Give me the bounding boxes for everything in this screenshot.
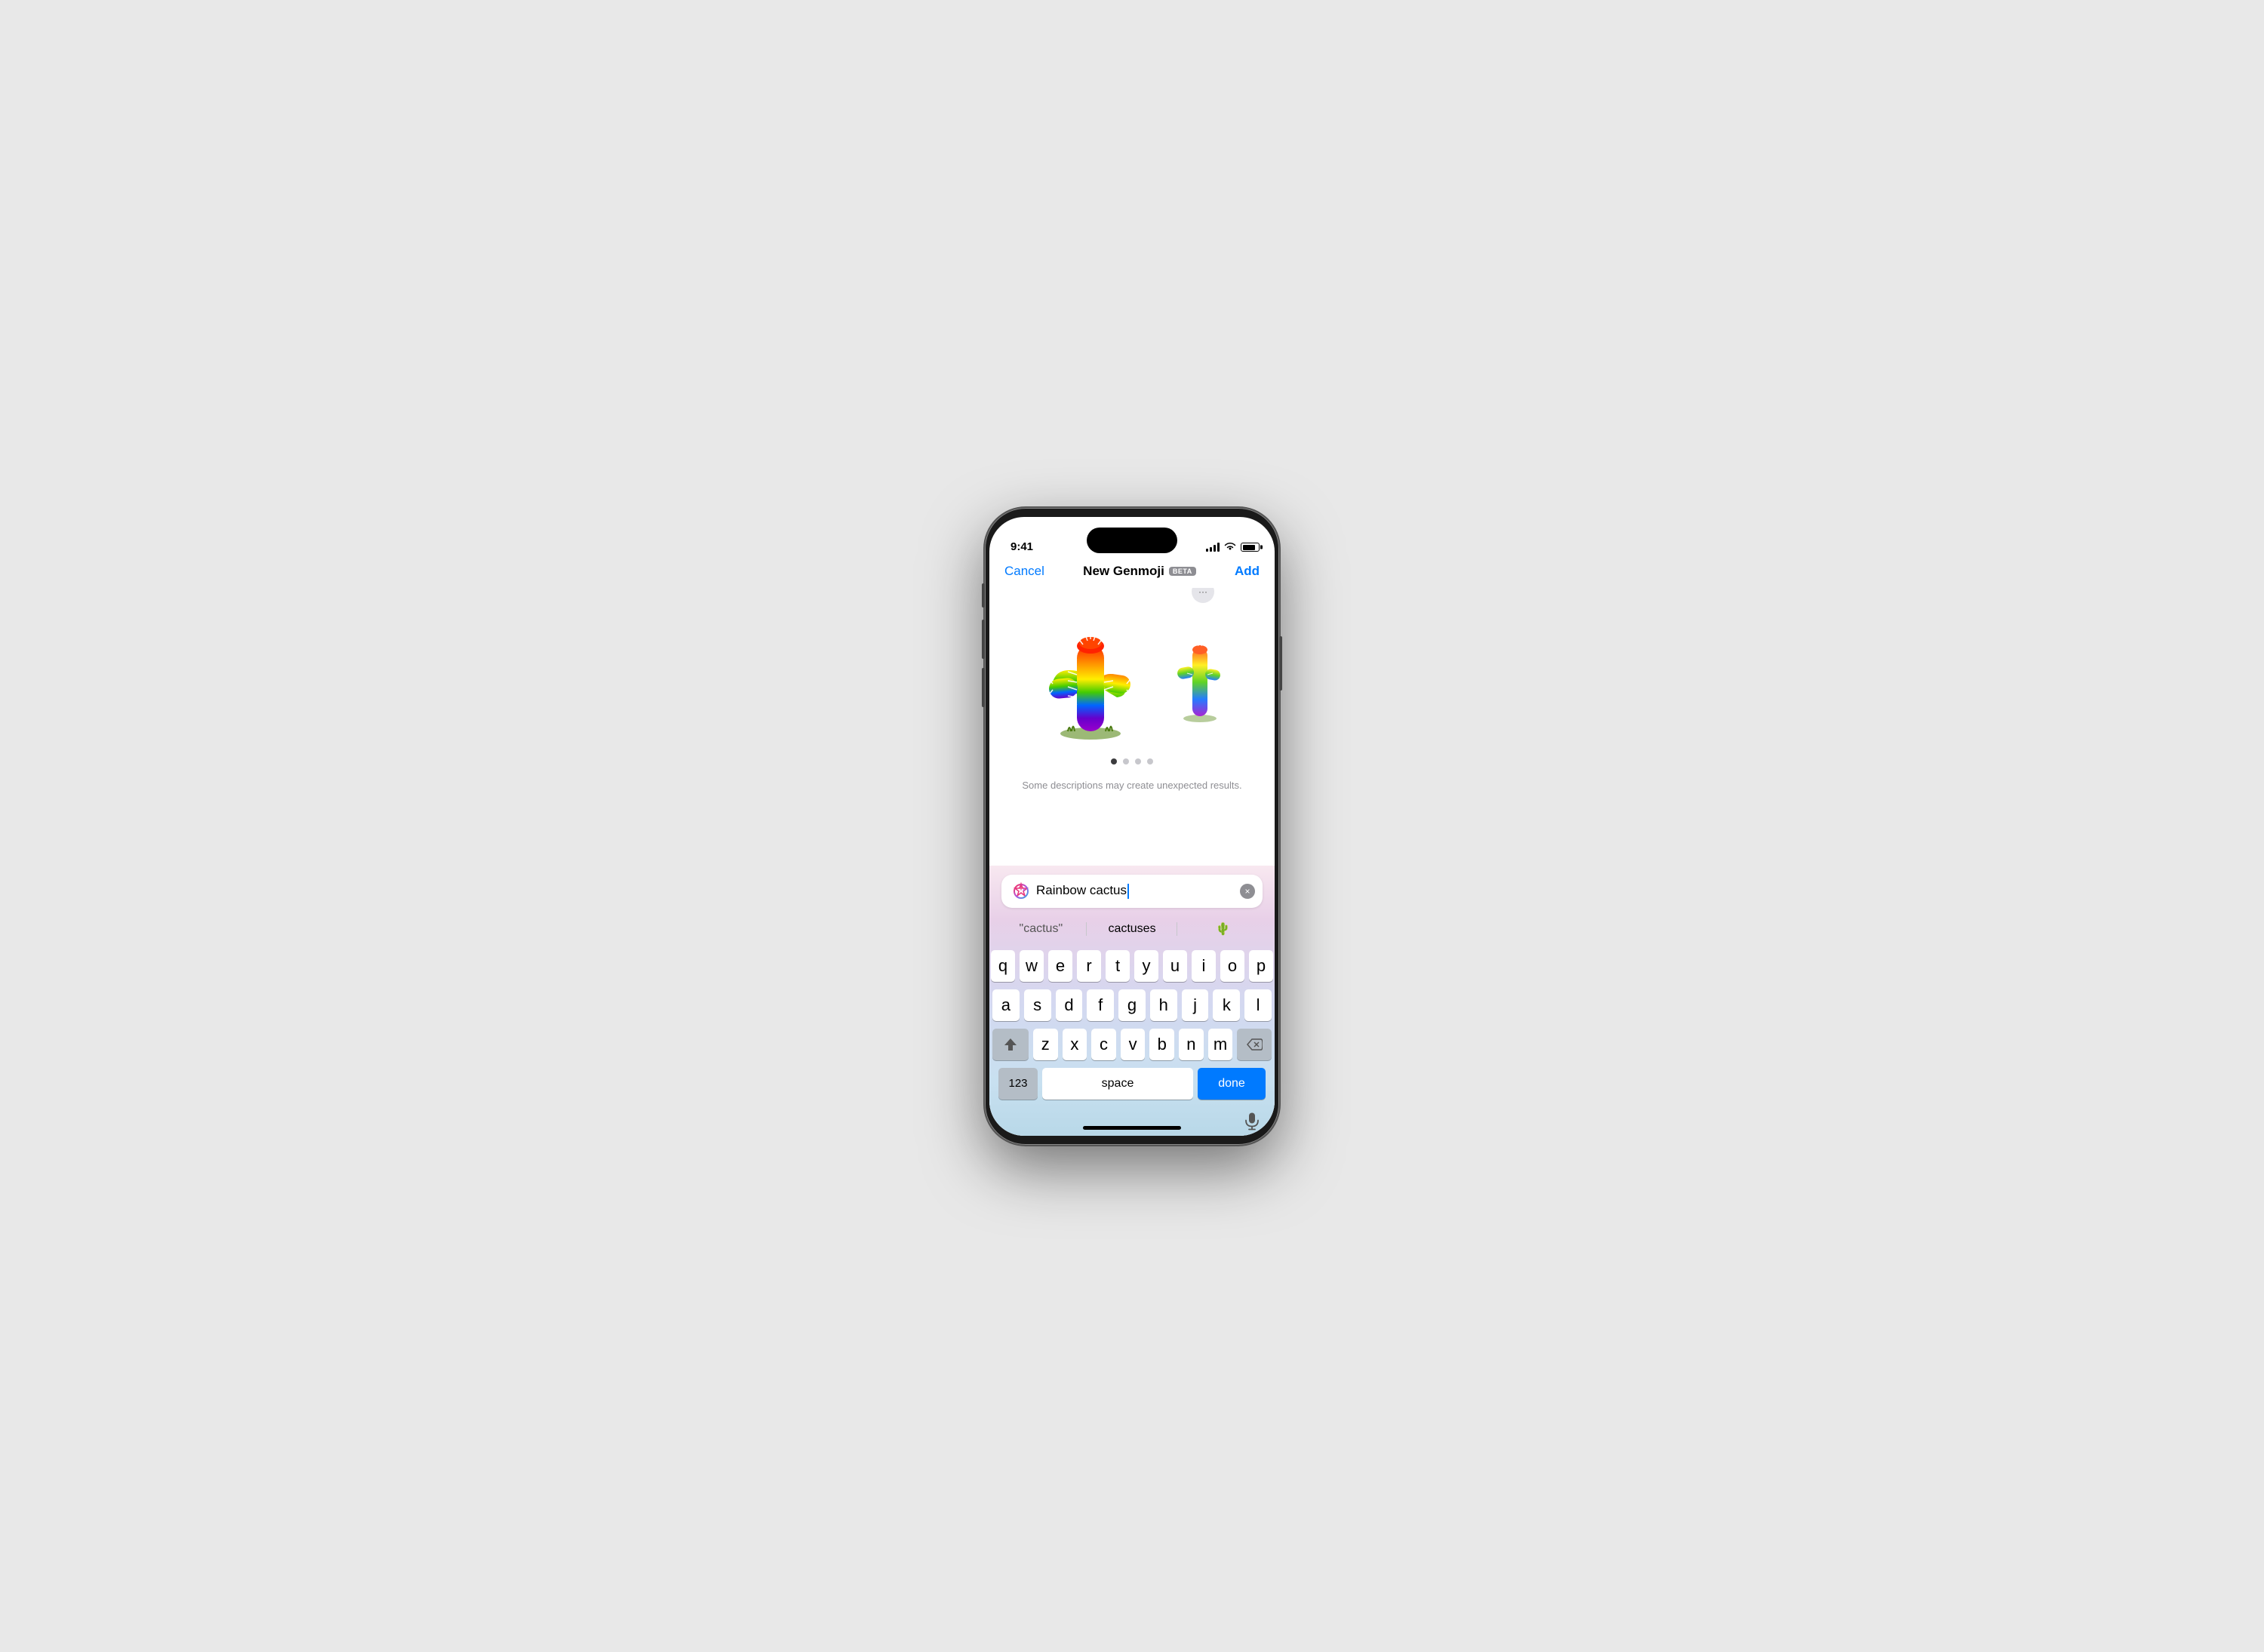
autocomplete-item-2[interactable]: cactuses <box>1087 918 1178 940</box>
add-button[interactable]: Add <box>1235 564 1260 579</box>
delete-icon <box>1246 1038 1263 1051</box>
key-v[interactable]: v <box>1121 1029 1146 1060</box>
page-dots <box>1111 758 1153 764</box>
keyboard-row-3: z x c v b n m <box>992 1029 1272 1060</box>
microphone-icon <box>1244 1112 1260 1130</box>
numbers-key[interactable]: 123 <box>998 1068 1038 1100</box>
key-o[interactable]: o <box>1220 950 1244 982</box>
page-dot-1[interactable] <box>1111 758 1117 764</box>
key-l[interactable]: l <box>1244 989 1272 1021</box>
genmoji-icon <box>1012 882 1030 900</box>
nav-title: New Genmoji BETA <box>1083 564 1196 579</box>
key-u[interactable]: u <box>1163 950 1187 982</box>
nav-bar: Cancel New Genmoji BETA Add <box>989 558 1275 588</box>
key-e[interactable]: e <box>1048 950 1072 982</box>
key-b[interactable]: b <box>1149 1029 1174 1060</box>
rainbow-cactus-secondary-svg <box>1166 618 1234 724</box>
key-p[interactable]: p <box>1249 950 1273 982</box>
status-time: 9:41 <box>1010 540 1033 553</box>
autocomplete-bar: "cactus" cactuses 🌵 <box>989 914 1275 944</box>
microphone-button[interactable] <box>1244 1112 1260 1134</box>
autocomplete-item-1[interactable]: "cactus" <box>995 918 1087 940</box>
key-a[interactable]: a <box>992 989 1020 1021</box>
page-dot-3[interactable] <box>1135 758 1141 764</box>
main-content: ··· <box>989 588 1275 1136</box>
page-dot-4[interactable] <box>1147 758 1153 764</box>
shift-icon <box>1003 1037 1018 1052</box>
shift-key[interactable] <box>992 1029 1029 1060</box>
key-h[interactable]: h <box>1150 989 1177 1021</box>
primary-emoji[interactable] <box>1030 599 1151 743</box>
signal-icon <box>1206 543 1220 552</box>
clear-button[interactable]: × <box>1240 884 1255 899</box>
keyboard-section: Rainbow cactus × "cactus" cactuses 🌵 <box>989 866 1275 1136</box>
volume-down-button[interactable] <box>982 668 985 707</box>
emoji-display: ··· <box>989 588 1275 866</box>
volume-up-button[interactable] <box>982 620 985 659</box>
key-k[interactable]: k <box>1213 989 1240 1021</box>
text-cursor <box>1127 884 1129 899</box>
space-key[interactable]: space <box>1042 1068 1193 1100</box>
wifi-icon <box>1224 542 1236 553</box>
keyboard-row-4: 123 space done <box>992 1068 1272 1100</box>
key-f[interactable]: f <box>1087 989 1114 1021</box>
delete-key[interactable] <box>1237 1029 1272 1060</box>
key-n[interactable]: n <box>1179 1029 1204 1060</box>
key-i[interactable]: i <box>1192 950 1216 982</box>
key-x[interactable]: x <box>1063 1029 1087 1060</box>
key-j[interactable]: j <box>1182 989 1209 1021</box>
home-indicator-area <box>989 1110 1275 1136</box>
keyboard-row-1: q w e r t y u i o p <box>992 950 1272 982</box>
cancel-button[interactable]: Cancel <box>1004 564 1044 579</box>
search-input[interactable]: Rainbow cactus <box>1036 883 1235 899</box>
rainbow-cactus-main-svg <box>1030 599 1151 743</box>
power-button[interactable] <box>1279 636 1282 691</box>
beta-badge: BETA <box>1169 567 1196 576</box>
phone-screen: 9:41 <box>989 517 1275 1136</box>
keyboard-row-2: a s d f g h j k l <box>992 989 1272 1021</box>
key-c[interactable]: c <box>1091 1029 1116 1060</box>
done-key[interactable]: done <box>1198 1068 1266 1100</box>
key-q[interactable]: q <box>991 950 1015 982</box>
key-d[interactable]: d <box>1056 989 1083 1021</box>
search-field[interactable]: Rainbow cactus × <box>1001 875 1263 908</box>
autocomplete-item-3[interactable]: 🌵 <box>1177 917 1269 941</box>
search-field-container: Rainbow cactus × <box>989 866 1275 914</box>
key-m[interactable]: m <box>1208 1029 1233 1060</box>
description-text: Some descriptions may create unexpected … <box>992 780 1272 791</box>
keyboard: q w e r t y u i o p a s <box>989 944 1275 1110</box>
dynamic-island <box>1087 528 1177 553</box>
phone-frame: 9:41 <box>985 508 1279 1145</box>
status-icons <box>1206 542 1260 553</box>
home-bar <box>1083 1126 1181 1130</box>
key-s[interactable]: s <box>1024 989 1051 1021</box>
key-g[interactable]: g <box>1118 989 1146 1021</box>
battery-icon <box>1241 543 1260 552</box>
emoji-carousel[interactable] <box>989 595 1275 746</box>
silent-switch[interactable] <box>982 583 985 608</box>
nav-title-container: New Genmoji BETA <box>1083 564 1196 579</box>
key-w[interactable]: w <box>1020 950 1044 982</box>
key-t[interactable]: t <box>1106 950 1130 982</box>
page-dot-2[interactable] <box>1123 758 1129 764</box>
key-r[interactable]: r <box>1077 950 1101 982</box>
secondary-emoji[interactable] <box>1166 618 1234 724</box>
key-z[interactable]: z <box>1033 1029 1058 1060</box>
key-y[interactable]: y <box>1134 950 1158 982</box>
